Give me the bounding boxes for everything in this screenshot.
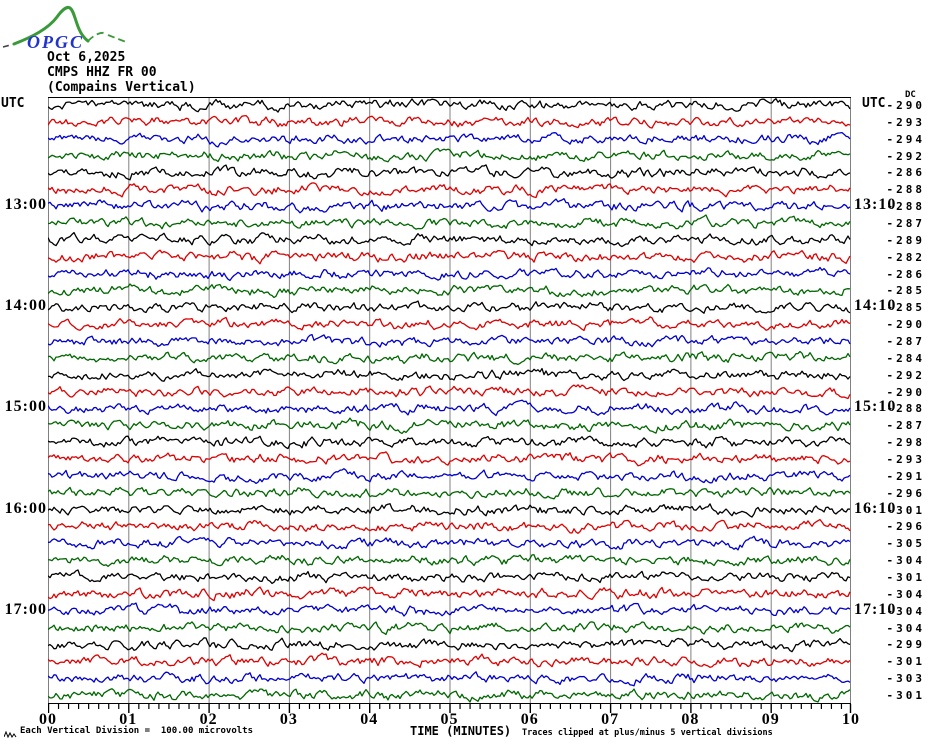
- x-tick-label: 04: [360, 711, 379, 728]
- x-tick-label: 06: [520, 711, 539, 728]
- header-station-id: CMPS HHZ FR 00: [47, 65, 157, 80]
- scale-squiggle-icon: [4, 730, 17, 739]
- x-tick-label: 10: [842, 711, 860, 728]
- dc-offset-value: -288: [886, 402, 925, 416]
- dc-offset-value: -292: [886, 149, 925, 163]
- dc-offset-value: -301: [886, 688, 925, 702]
- dc-offset-value: -303: [886, 672, 925, 686]
- x-tick-label: 08: [681, 711, 700, 728]
- helicorder-traces-svg: [47, 97, 851, 704]
- x-tick-label: 05: [440, 711, 459, 728]
- hour-label-left: 16:00: [4, 499, 47, 517]
- dc-offset-value: -293: [886, 452, 925, 466]
- hour-label-left: 15:00: [4, 398, 47, 416]
- logo-text: OPGC: [27, 32, 84, 52]
- dc-offset-value: -301: [886, 655, 925, 669]
- dc-offset-value: -290: [886, 385, 925, 399]
- dc-offset-value: -301: [886, 570, 925, 584]
- opgc-logo: OPGC: [2, 6, 127, 52]
- x-tick-label: 03: [279, 711, 298, 728]
- dc-offset-value: -296: [886, 520, 925, 534]
- hour-label-left: 13:00: [4, 196, 47, 214]
- dc-offset-value: -304: [886, 554, 925, 568]
- dc-offset-value: -282: [886, 250, 925, 264]
- hour-label-left: 17:00: [4, 600, 47, 618]
- header-date: Oct 6,2025: [47, 50, 126, 65]
- dc-offset-value: -286: [886, 166, 925, 180]
- logo-dash-right: [87, 31, 127, 43]
- dc-offset-value: -292: [886, 368, 925, 382]
- hour-label-left: 14:00: [4, 297, 47, 315]
- dc-offset-value: -287: [886, 216, 925, 230]
- dc-offset-value: -285: [886, 284, 925, 298]
- dc-offset-value: -294: [886, 132, 925, 146]
- header-component: (Compains Vertical): [47, 80, 196, 95]
- dc-offset-value: -305: [886, 537, 925, 551]
- utc-label-left: UTC: [1, 96, 25, 111]
- x-tick-label: 02: [199, 711, 218, 728]
- dc-offset-value: -288: [886, 200, 925, 214]
- dc-offset-value: -290: [886, 99, 925, 112]
- logo-dash-left: [2, 43, 15, 48]
- dc-offset-value: -286: [886, 267, 925, 281]
- x-tick-label: 01: [119, 711, 138, 728]
- x-tick-label: 09: [761, 711, 780, 728]
- dc-offset-value: -284: [886, 351, 925, 365]
- webicorder-screen: OPGC Oct 6,2025 CMPS HHZ FR 00 (Compains…: [0, 0, 930, 744]
- dc-offset-value: -285: [886, 301, 925, 315]
- dc-offset-value: -289: [886, 233, 925, 247]
- dc-offset-value: -293: [886, 115, 925, 129]
- helicorder-plot-area: [47, 97, 851, 704]
- dc-offset-value: -296: [886, 486, 925, 500]
- dc-offset-value: -298: [886, 436, 925, 450]
- dc-offset-value: -288: [886, 183, 925, 197]
- dc-offset-value: -287: [886, 334, 925, 348]
- dc-offset-value: -290: [886, 318, 925, 332]
- dc-offset-value: -301: [886, 503, 925, 517]
- dc-offset-value: -299: [886, 638, 925, 652]
- dc-offset-value: -287: [886, 419, 925, 433]
- clipping-note: Traces clipped at plus/minus 5 vertical …: [522, 728, 773, 738]
- dc-offset-value: -304: [886, 621, 925, 635]
- dc-offset-value: -304: [886, 587, 925, 601]
- x-tick-label: 00: [39, 711, 57, 728]
- dc-offset-value: -304: [886, 604, 925, 618]
- dc-offset-value: -291: [886, 469, 925, 483]
- x-tick-label: 07: [601, 711, 620, 728]
